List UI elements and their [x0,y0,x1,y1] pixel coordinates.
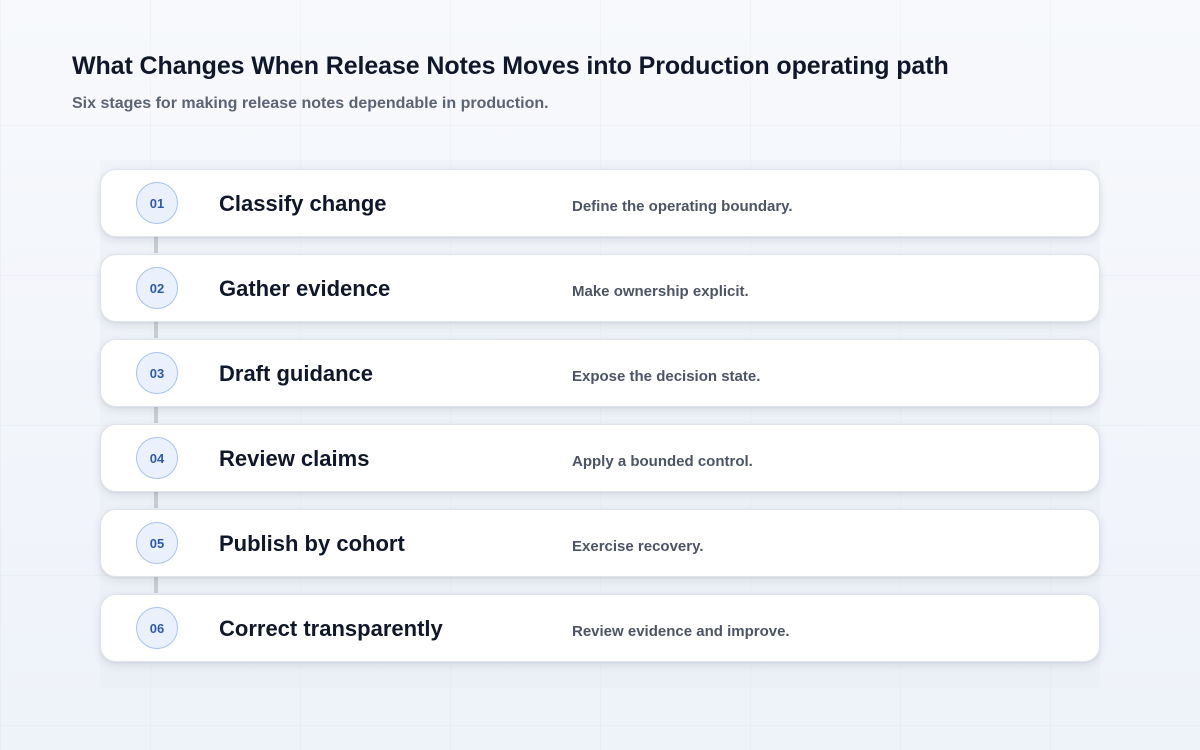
stage-number-badge: 03 [136,352,178,394]
stage-number-badge: 05 [136,522,178,564]
page-subtitle: Six stages for making release notes depe… [72,95,549,112]
stage-title: Draft guidance [219,361,374,386]
stage-connector [154,577,158,593]
stage-connector [154,322,158,338]
stage-description: Apply a bounded control. [572,453,753,470]
stage-number-badge: 04 [136,437,178,479]
stage-card-draft-guidance: 03 Draft guidance Expose the decision st… [100,339,1100,407]
stage-card-correct-transparently: 06 Correct transparently Review evidence… [100,594,1100,662]
stage-description: Define the operating boundary. [572,198,793,215]
stage-title: Publish by cohort [219,531,405,556]
stage-card-gather-evidence: 02 Gather evidence Make ownership explic… [100,254,1100,322]
stage-description: Make ownership explicit. [572,283,749,300]
stage-title: Correct transparently [219,616,443,641]
stage-card-review-claims: 04 Review claims Apply a bounded control… [100,424,1100,492]
stage-card-classify-change: 01 Classify change Define the operating … [100,169,1100,237]
stage-connector [154,492,158,508]
stage-description: Review evidence and improve. [572,623,790,640]
stage-description: Expose the decision state. [572,368,761,385]
stage-title: Review claims [219,446,370,471]
stage-card-publish-by-cohort: 05 Publish by cohort Exercise recovery. [100,509,1100,577]
stage-number-badge: 01 [136,182,178,224]
stage-title: Gather evidence [219,276,391,301]
stage-description: Exercise recovery. [572,538,704,555]
page-title: What Changes When Release Notes Moves in… [72,52,949,80]
stage-connector [154,407,158,423]
stage-number-badge: 06 [136,607,178,649]
stage-connector [154,237,158,253]
stage-number-badge: 02 [136,267,178,309]
stage-title: Classify change [219,191,387,216]
